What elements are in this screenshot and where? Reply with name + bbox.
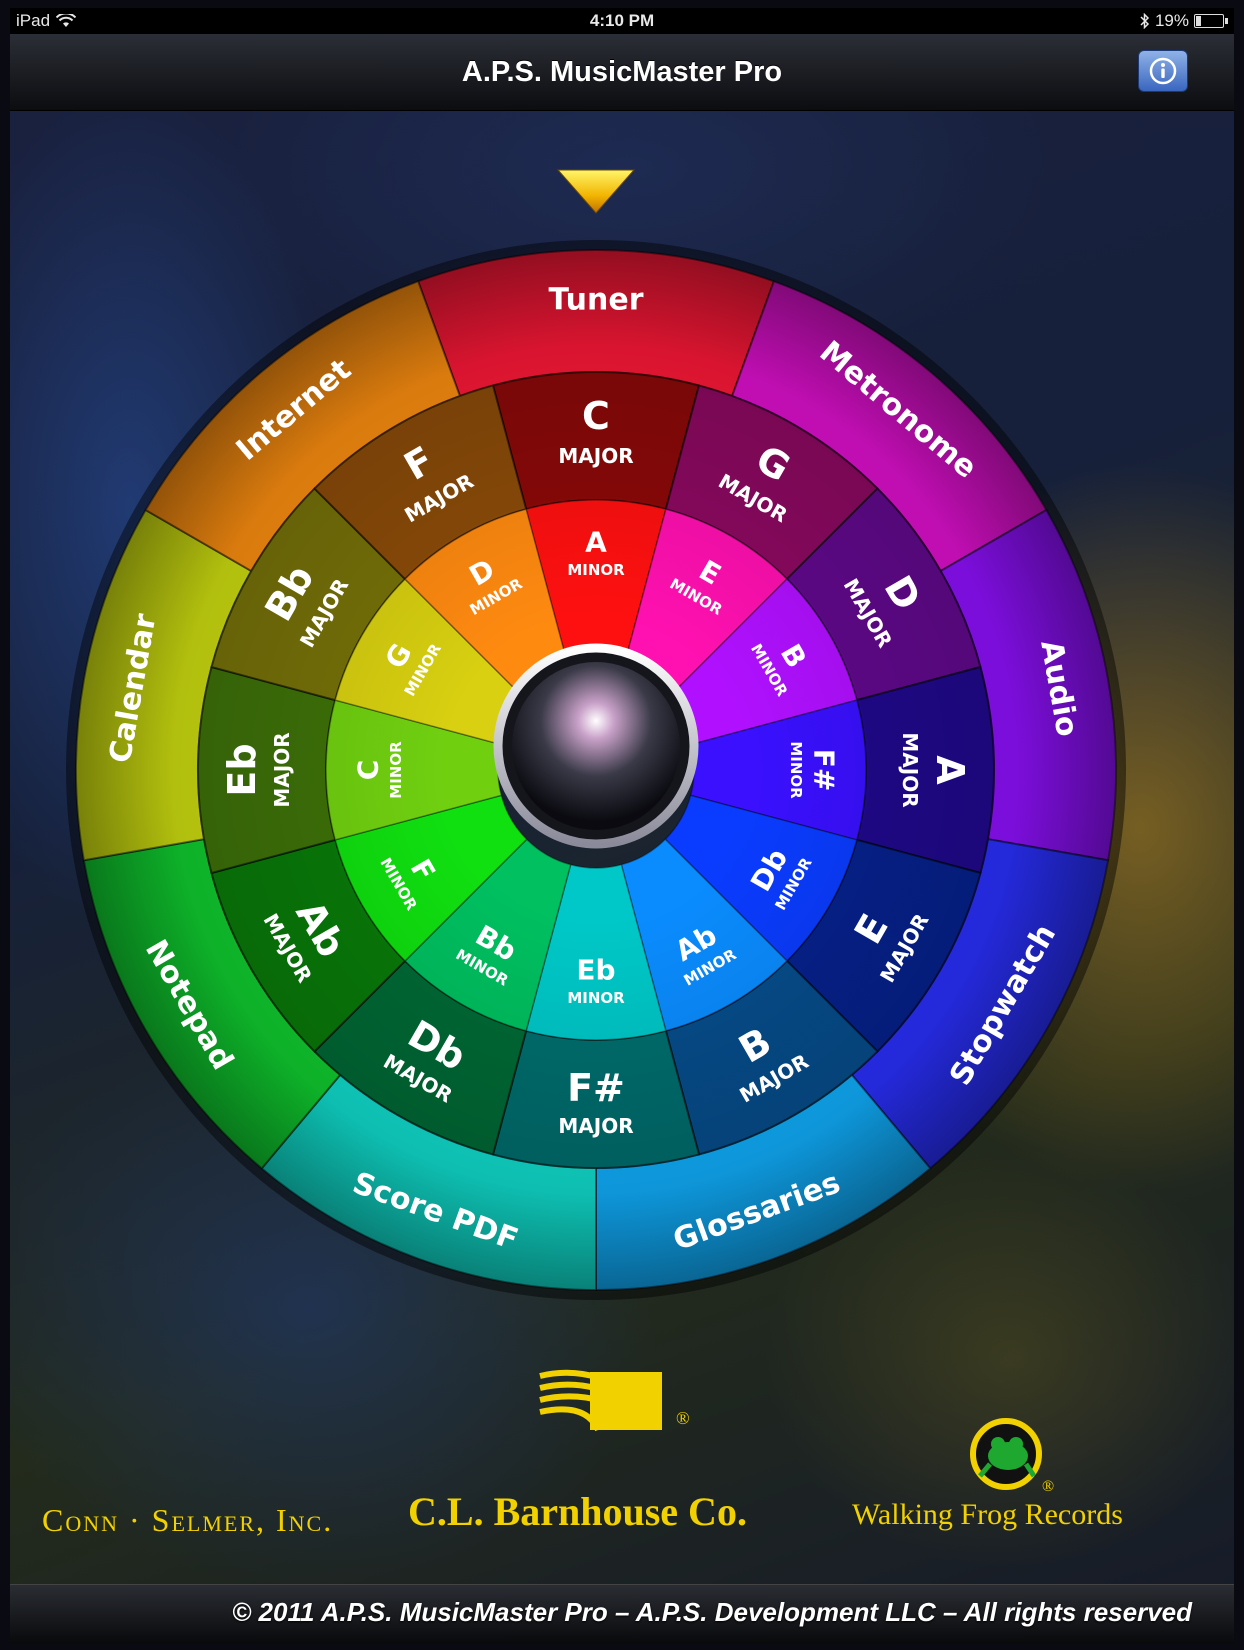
conn-selmer-logo: Conn · Selmer, Inc. bbox=[42, 1502, 334, 1538]
frog-registered-mark: ® bbox=[1042, 1478, 1055, 1495]
minor-key-caption: MINOR bbox=[567, 989, 625, 1007]
major-key-letter-c: C bbox=[582, 394, 610, 438]
copyright-text: © 2011 A.P.S. MusicMaster Pro – A.P.S. D… bbox=[232, 1597, 1192, 1627]
major-key-caption: MAJOR bbox=[898, 732, 922, 807]
major-key-sector-eb[interactable] bbox=[197, 665, 337, 875]
barnhouse-logo-mark bbox=[539, 1369, 662, 1432]
major-key-caption: MAJOR bbox=[558, 444, 633, 468]
frog-logo-icon bbox=[970, 1418, 1042, 1490]
minor-key-letter-eb: Eb bbox=[576, 954, 615, 987]
minor-key-caption: MINOR bbox=[567, 561, 625, 579]
triangle-down-pointer-icon bbox=[556, 169, 636, 214]
minor-key-letter-f-sharp: F# bbox=[808, 749, 841, 792]
major-key-caption: MAJOR bbox=[558, 1114, 633, 1138]
minor-key-caption: MINOR bbox=[787, 741, 805, 799]
minor-key-letter-c: C bbox=[352, 760, 385, 781]
major-key-letter-f-sharp: F# bbox=[567, 1066, 625, 1110]
major-key-sector-a[interactable] bbox=[855, 665, 995, 875]
major-key-caption: MAJOR bbox=[270, 732, 294, 807]
major-key-sector-c[interactable] bbox=[491, 371, 701, 511]
barnhouse-logo: C.L. Barnhouse Co. bbox=[408, 1489, 747, 1534]
tool-label-tuner: Tuner bbox=[548, 283, 643, 318]
center-hub-button[interactable] bbox=[512, 662, 680, 830]
minor-key-letter-a: A bbox=[585, 526, 607, 559]
walking-frog-logo: Walking Frog Records bbox=[852, 1498, 1123, 1531]
circle-of-fifths-wheel: TunerMetronomeAudioStopwatchGlossariesSc… bbox=[66, 169, 1126, 1300]
barnhouse-registered-mark: ® bbox=[676, 1408, 690, 1428]
footer-bar: © 2011 A.P.S. MusicMaster Pro – A.P.S. D… bbox=[10, 1584, 1234, 1644]
minor-key-caption: MINOR bbox=[387, 741, 405, 799]
major-key-letter-a: A bbox=[928, 755, 972, 785]
app-screen: iPad 4:10 PM 19% A.P.S. MusicMaster Pro bbox=[10, 8, 1234, 1644]
major-key-letter-eb: Eb bbox=[220, 743, 264, 796]
